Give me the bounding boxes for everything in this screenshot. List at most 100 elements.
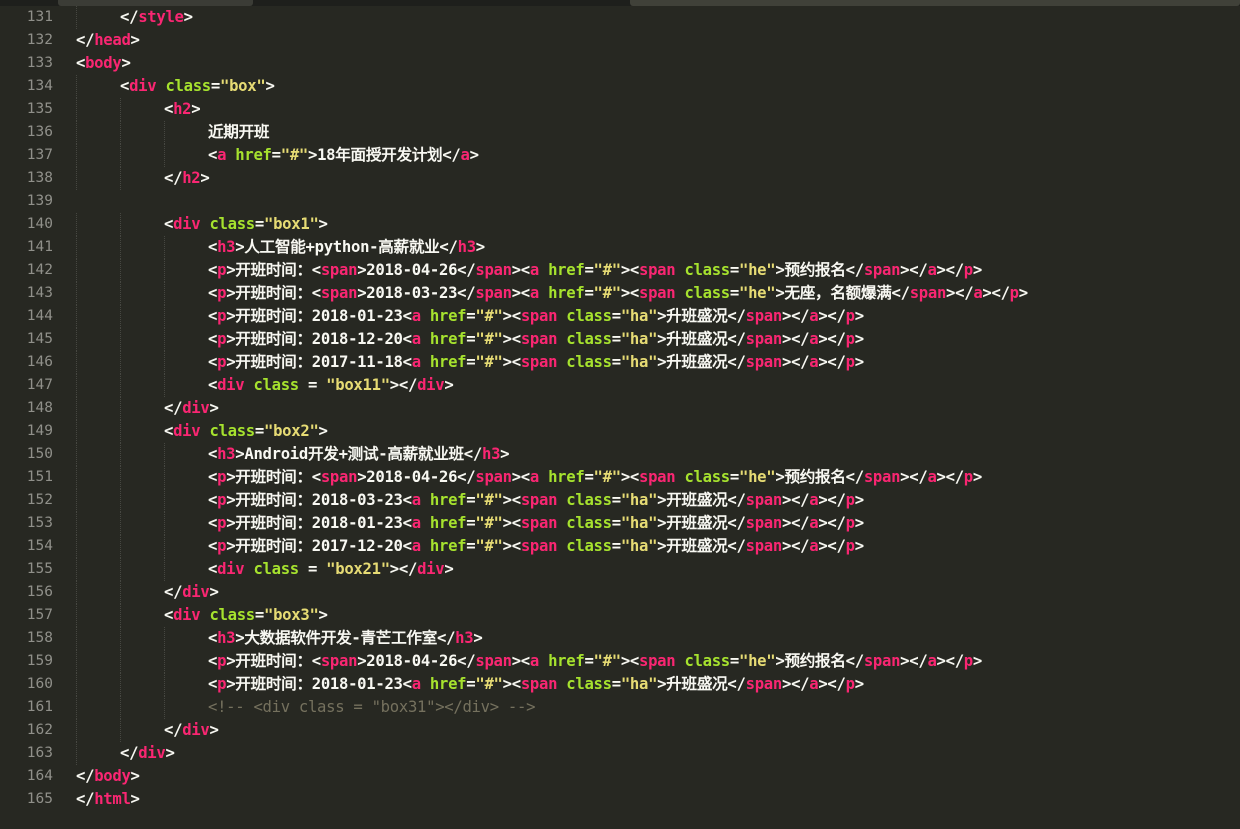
code-line[interactable]: 135 <h2> xyxy=(0,98,1240,121)
code-token: >开班时间：2017-11-18< xyxy=(226,353,412,371)
code-token: = xyxy=(584,468,594,486)
code-token: > xyxy=(854,353,864,371)
code-token: span xyxy=(320,284,358,302)
code-line[interactable]: 134 <div class="box"> xyxy=(0,75,1240,98)
code-line[interactable]: 142 <p>开班时间：<span>2018-04-26</span><a hre… xyxy=(0,259,1240,282)
code-line[interactable]: 154 <p>开班时间：2017-12-20<a href="#"><span c… xyxy=(0,535,1240,558)
code-token: > xyxy=(854,330,864,348)
code-token: = xyxy=(611,675,621,693)
code-line[interactable]: 160 <p>开班时间：2018-01-23<a href="#"><span c… xyxy=(0,673,1240,696)
code-token: = xyxy=(611,307,621,325)
code-token: "#" xyxy=(593,284,622,302)
code-text: </div> xyxy=(120,742,175,765)
code-line[interactable]: 144 <p>开班时间：2018-01-23<a href="#"><span c… xyxy=(0,305,1240,328)
code-line[interactable]: 159 <p>开班时间：<span>2018-04-26</span><a hre… xyxy=(0,650,1240,673)
code-line[interactable]: 153 <p>开班时间：2018-01-23<a href="#"><span c… xyxy=(0,512,1240,535)
code-token: = xyxy=(254,422,264,440)
code-token: class xyxy=(253,560,299,578)
code-token: div xyxy=(173,215,201,233)
code-token: < xyxy=(208,330,218,348)
code-line[interactable]: 138 </h2> xyxy=(0,167,1240,190)
code-token: h3 xyxy=(481,445,501,463)
code-line[interactable]: 149 <div class="box2"> xyxy=(0,420,1240,443)
indent-guide xyxy=(76,604,77,627)
code-line[interactable]: 155 <div class = "box21"></div> xyxy=(0,558,1240,581)
code-token: href xyxy=(429,307,467,325)
code-editor[interactable]: 131 </style> 132 </head> 133 <body> 134 <div cl… xyxy=(0,6,1240,829)
indent-guide xyxy=(76,650,77,673)
code-token: ></ xyxy=(781,514,810,532)
code-token: ></ xyxy=(389,376,418,394)
code-token: < xyxy=(164,215,174,233)
code-token: p xyxy=(217,491,227,509)
code-text: <p>开班时间：<span>2018-04-26</span><a href="… xyxy=(208,650,982,673)
code-token: ></ xyxy=(818,330,846,348)
code-token: a xyxy=(809,675,819,693)
code-line[interactable]: 139 xyxy=(0,190,1240,213)
code-token: "he" xyxy=(739,652,776,670)
code-line[interactable]: 136 近期开班 xyxy=(0,121,1240,144)
code-token: >升班盛况</ xyxy=(657,307,746,325)
code-token: < xyxy=(164,100,174,118)
indent-guide xyxy=(164,236,165,259)
code-line[interactable]: 140 <div class="box1"> xyxy=(0,213,1240,236)
code-line[interactable]: 156 </div> xyxy=(0,581,1240,604)
code-token: </ xyxy=(120,744,139,762)
code-line[interactable]: 143 <p>开班时间：<span>2018-03-23</span><a hre… xyxy=(0,282,1240,305)
code-token: span xyxy=(475,261,512,279)
code-line[interactable]: 132 </head> xyxy=(0,29,1240,52)
code-token: class xyxy=(165,77,211,95)
code-token: > xyxy=(318,606,328,624)
code-token: ></ xyxy=(818,675,846,693)
code-line[interactable]: 146 <p>开班时间：2017-11-18<a href="#"><span c… xyxy=(0,351,1240,374)
code-line[interactable]: 131 </style> xyxy=(0,6,1240,29)
code-line[interactable]: 163 </div> xyxy=(0,742,1240,765)
code-line[interactable]: 150 <h3>Android开发+测试-高薪就业班</h3> xyxy=(0,443,1240,466)
indent-guide xyxy=(164,121,165,144)
code-line[interactable]: 141 <h3>人工智能+python-高薪就业</h3> xyxy=(0,236,1240,259)
code-token: p xyxy=(845,353,855,371)
indent-guide xyxy=(76,75,77,98)
code-token: < xyxy=(208,675,218,693)
code-line[interactable]: 147 <div class = "box11"></div> xyxy=(0,374,1240,397)
code-token: > xyxy=(209,583,219,601)
indent-guide xyxy=(120,604,121,627)
code-token: span xyxy=(863,652,901,670)
code-token: a xyxy=(809,353,819,371)
code-line[interactable]: 137 <a href="#">18年面授开发计划</a> xyxy=(0,144,1240,167)
code-text: <div class = "box11"></div> xyxy=(208,374,454,397)
line-number: 157 xyxy=(26,607,53,623)
code-line[interactable]: 151 <p>开班时间：<span>2018-04-26</span><a hre… xyxy=(0,466,1240,489)
code-line[interactable]: 148 </div> xyxy=(0,397,1240,420)
code-line[interactable]: 161 <!-- <div class = "box31"></div> --> xyxy=(0,696,1240,719)
code-line[interactable]: 158 <h3>大数据软件开发-青芒工作室</h3> xyxy=(0,627,1240,650)
code-line[interactable]: 164 </body> xyxy=(0,765,1240,788)
indent-guide xyxy=(164,259,165,282)
code-token: > xyxy=(209,399,219,417)
code-line[interactable]: 157 <div class="box3"> xyxy=(0,604,1240,627)
code-token: > xyxy=(500,445,510,463)
indent-guide xyxy=(76,581,77,604)
line-number: 154 xyxy=(26,538,53,554)
code-token: ></ xyxy=(818,353,846,371)
code-line[interactable]: 145 <p>开班时间：2018-12-20<a href="#"><span c… xyxy=(0,328,1240,351)
code-line[interactable]: 152 <p>开班时间：2018-03-23<a href="#"><span c… xyxy=(0,489,1240,512)
code-line[interactable]: 133 <body> xyxy=(0,52,1240,75)
indent-guide xyxy=(120,282,121,305)
code-line[interactable]: 165 </html> xyxy=(0,788,1240,811)
code-token: "#" xyxy=(475,491,503,509)
code-token: a xyxy=(529,261,539,279)
indent-guide xyxy=(76,351,77,374)
code-line[interactable]: 162 </div> xyxy=(0,719,1240,742)
code-token: a xyxy=(460,146,470,164)
code-token: a xyxy=(411,514,421,532)
code-token: >开班盛况</ xyxy=(657,537,746,555)
code-token: < xyxy=(208,445,218,463)
indent-guide xyxy=(76,121,77,144)
code-token: > xyxy=(444,376,454,394)
code-token: <!-- <div class = "box31"></div> --> xyxy=(208,698,536,716)
